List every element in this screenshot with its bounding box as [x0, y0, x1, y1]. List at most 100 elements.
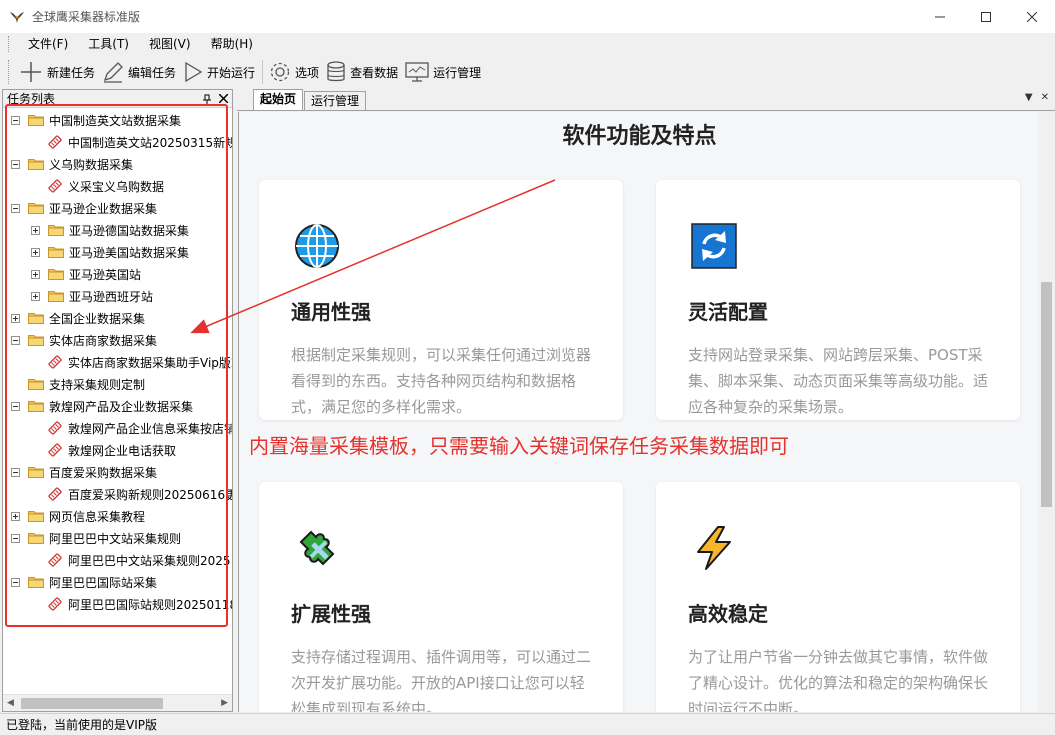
feature-card-extensible: 扩展性强 支持存储过程调用、插件调用等，可以通过二次开发扩展功能。开放的API接… [259, 482, 623, 712]
folder-icon [28, 511, 44, 522]
tree-task-item[interactable]: 敦煌网企业电话获取 [31, 439, 176, 461]
card-description: 支持网站登录采集、网站跨层采集、POST采集、脚本采集、动态页面采集等高级功能。… [688, 346, 989, 416]
vertical-scrollbar[interactable] [1038, 112, 1055, 712]
tree-folder-item[interactable]: 阿里巴巴中文站采集规则 [11, 527, 181, 549]
panel-close-icon[interactable] [216, 92, 230, 106]
start-run-button[interactable]: 开始运行 [180, 57, 259, 87]
collapse-icon[interactable] [11, 335, 20, 345]
expand-icon[interactable] [11, 511, 20, 521]
collapse-icon[interactable] [11, 203, 20, 213]
tab-run-manage[interactable]: 运行管理 [304, 91, 367, 110]
run-manage-button[interactable]: 运行管理 [402, 57, 485, 87]
view-data-button[interactable]: 查看数据 [323, 57, 402, 87]
tree-item-label: 义乌购数据采集 [49, 157, 134, 172]
tree-folder-item[interactable]: 义乌购数据采集 [11, 153, 133, 175]
collapse-icon[interactable] [11, 467, 20, 477]
tree-folder-item[interactable]: 亚马逊英国站 [31, 263, 141, 285]
close-icon[interactable] [1009, 0, 1055, 33]
tree-folder-item[interactable]: 中国制造英文站数据采集 [11, 109, 181, 131]
menu-help[interactable]: 帮助(H) [201, 33, 263, 55]
tree-folder-item[interactable]: 网页信息采集教程 [11, 505, 145, 527]
tree-item-label: 敦煌网企业电话获取 [68, 443, 177, 458]
tree-item-label: 义采宝义乌购数据 [68, 179, 165, 194]
monitor-icon [405, 62, 429, 82]
tree-item-label: 实体店商家数据采集 [49, 333, 158, 348]
vertical-scroll-thumb[interactable] [1041, 282, 1052, 507]
refresh-icon [691, 223, 737, 269]
tree-folder-item[interactable]: 支持采集规则定制 [11, 373, 145, 395]
task-tag-icon [48, 443, 62, 457]
status-text: 已登陆，当前使用的是VIP版 [6, 718, 157, 732]
collapse-icon[interactable] [11, 115, 20, 125]
tree-item-label: 全国企业数据采集 [49, 311, 146, 326]
tree-item-label: 阿里巴巴中文站采集规则2025 [68, 553, 231, 568]
tree-folder-item[interactable]: 阿里巴巴国际站采集 [11, 571, 157, 593]
scroll-left-icon[interactable]: ◀ [7, 698, 14, 708]
window-title: 全球鹰采集器标准版 [32, 10, 141, 24]
menu-view[interactable]: 视图(V) [139, 33, 201, 55]
feature-card-flexible: 灵活配置 支持网站登录采集、网站跨层采集、POST采集、脚本采集、动态页面采集等… [656, 180, 1020, 420]
collapse-icon[interactable] [11, 159, 20, 169]
tree-folder-item[interactable]: 亚马逊西班牙站 [31, 285, 153, 307]
tree-task-item[interactable]: 义采宝义乌购数据 [31, 175, 164, 197]
horizontal-scrollbar[interactable]: ◀ ▶ [3, 694, 232, 711]
menu-bar: 文件(F) 工具(T) 视图(V) 帮助(H) [0, 33, 1055, 55]
tree-task-item[interactable]: 阿里巴巴国际站规则20250118更 [31, 593, 232, 615]
tree-task-item[interactable]: 敦煌网产品企业信息采集按店铺 [31, 417, 232, 439]
expand-icon[interactable] [31, 247, 40, 257]
section-title: 软件功能及特点 [562, 124, 717, 149]
collapse-icon[interactable] [11, 533, 20, 543]
card-title: 扩展性强 [291, 602, 371, 626]
title-bar: 全球鹰采集器标准版 [0, 0, 1055, 33]
card-title: 高效稳定 [688, 602, 768, 626]
task-tag-icon [48, 553, 62, 567]
tab-close-icon[interactable]: ✕ [1041, 92, 1049, 103]
tree-folder-item[interactable]: 亚马逊企业数据采集 [11, 197, 157, 219]
scroll-right-icon[interactable]: ▶ [221, 698, 228, 708]
tab-list-icon[interactable]: ▼ [1025, 92, 1033, 103]
tree-task-item[interactable]: 实体店商家数据采集助手Vip版2 [31, 351, 232, 373]
toolbar-grip [8, 60, 12, 84]
tree-task-item[interactable]: 阿里巴巴中文站采集规则2025 [31, 549, 231, 571]
tree-item-label: 支持采集规则定制 [49, 377, 146, 392]
task-tag-icon [48, 597, 62, 611]
tree-task-item[interactable]: 百度爱采购新规则20250616更新 [31, 483, 232, 505]
tree-folder-item[interactable]: 亚马逊德国站数据采集 [31, 219, 189, 241]
scroll-thumb[interactable] [21, 698, 163, 709]
run-manage-label: 运行管理 [433, 65, 482, 80]
collapse-icon[interactable] [11, 577, 20, 587]
feature-card-stable: 高效稳定 为了让用户节省一分钟去做其它事情，软件做了精心设计。优化的算法和稳定的… [656, 482, 1020, 712]
new-task-label: 新建任务 [47, 65, 96, 80]
edit-icon [103, 62, 123, 83]
new-task-button[interactable]: 新建任务 [16, 57, 99, 87]
menu-grip [8, 36, 12, 52]
task-tag-icon [48, 421, 62, 435]
edit-task-button[interactable]: 编辑任务 [99, 57, 180, 87]
tree-folder-item[interactable]: 敦煌网产品及企业数据采集 [11, 395, 193, 417]
tree-folder-item[interactable]: 亚马逊美国站数据采集 [31, 241, 189, 263]
panel-header: 任务列表 [3, 90, 232, 108]
tree-folder-item[interactable]: 百度爱采购数据采集 [11, 461, 157, 483]
tree-folder-item[interactable]: 实体店商家数据采集 [11, 329, 157, 351]
pin-icon[interactable] [200, 92, 214, 106]
plus-icon [21, 62, 41, 82]
tab-start-page[interactable]: 起始页 [253, 89, 304, 110]
options-button[interactable]: 选项 [266, 57, 323, 87]
menu-tools[interactable]: 工具(T) [78, 33, 139, 55]
expand-icon[interactable] [31, 269, 40, 279]
menu-file[interactable]: 文件(F) [18, 33, 78, 55]
maximize-icon[interactable] [963, 0, 1009, 33]
tree-item-label: 亚马逊美国站数据采集 [69, 245, 190, 260]
expand-icon[interactable] [11, 313, 20, 323]
tree-item-label: 亚马逊西班牙站 [69, 289, 154, 304]
tree-task-item[interactable]: 中国制造英文站20250315新规则 [31, 131, 232, 153]
collapse-icon[interactable] [11, 401, 20, 411]
tree-folder-item[interactable]: 全国企业数据采集 [11, 307, 145, 329]
expand-icon[interactable] [31, 225, 40, 235]
folder-icon [48, 247, 64, 258]
minimize-icon[interactable] [917, 0, 963, 33]
folder-icon [28, 203, 44, 214]
folder-icon [28, 313, 44, 324]
options-label: 选项 [295, 65, 320, 80]
expand-icon[interactable] [31, 291, 40, 301]
